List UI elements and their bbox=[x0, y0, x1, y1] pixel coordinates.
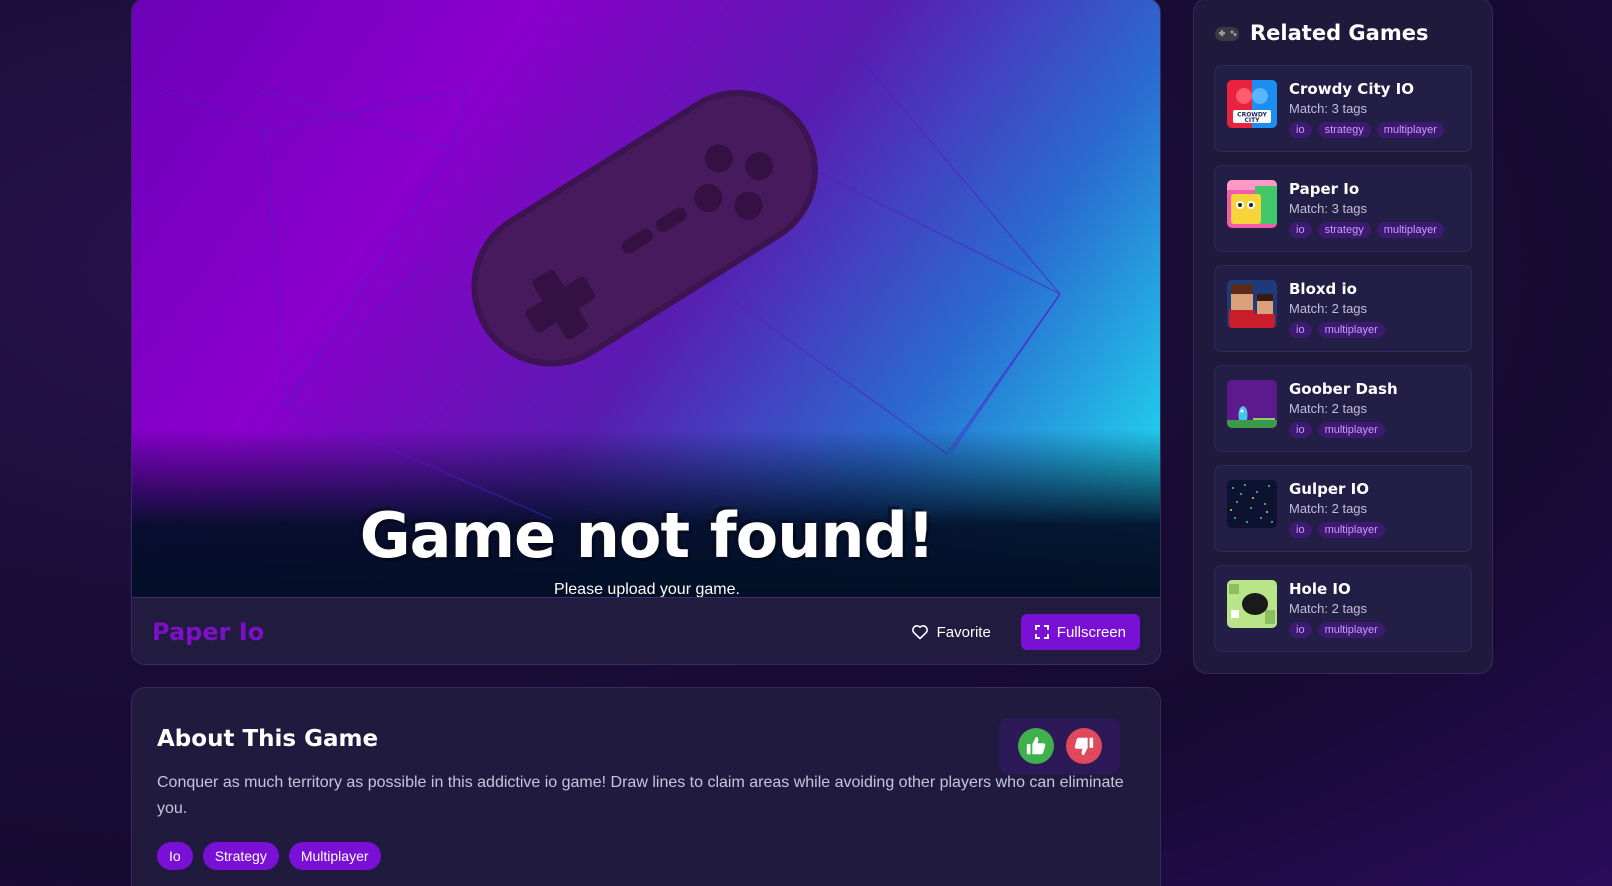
favorite-label: Favorite bbox=[936, 623, 991, 641]
related-game-match: Match: 2 tags bbox=[1289, 601, 1368, 616]
rating-controls bbox=[999, 718, 1120, 774]
dislike-button[interactable] bbox=[1065, 728, 1102, 764]
game-tags: Io Strategy Multiplayer bbox=[157, 842, 1135, 870]
related-game-name: Gulper IO bbox=[1289, 480, 1369, 498]
related-tag: io bbox=[1289, 422, 1312, 438]
gamepad-illustration-icon bbox=[471, 89, 818, 367]
page: Game not found! Please upload your game.… bbox=[0, 0, 1612, 886]
sidebar-title: Related Games bbox=[1250, 21, 1429, 45]
about-title: About This Game bbox=[157, 726, 379, 752]
related-game-match: Match: 3 tags bbox=[1289, 101, 1368, 116]
tag-io[interactable]: Io bbox=[157, 842, 193, 870]
related-games-list: CROWDY CITY Crowdy City IO Match: 3 tags… bbox=[1214, 65, 1472, 652]
related-game-name: Paper Io bbox=[1289, 180, 1360, 198]
fullscreen-label: Fullscreen bbox=[1056, 623, 1126, 641]
crowdy-city-thumbnail: CROWDY CITY bbox=[1227, 80, 1277, 128]
game-not-found-subtitle: Please upload your game. bbox=[554, 581, 740, 597]
related-tag: io bbox=[1289, 122, 1312, 138]
about-section: About This Game Conquer as much territor… bbox=[131, 687, 1161, 886]
sidebar-header: Related Games bbox=[1214, 21, 1472, 45]
related-tag: io bbox=[1289, 322, 1312, 338]
related-game-match: Match: 2 tags bbox=[1289, 501, 1368, 516]
related-tag: multiplayer bbox=[1317, 322, 1385, 338]
svg-text:CITY: CITY bbox=[1244, 117, 1260, 124]
related-tag: io bbox=[1289, 222, 1312, 238]
bloxd-io-thumbnail bbox=[1227, 280, 1277, 328]
related-game-match: Match: 2 tags bbox=[1289, 401, 1368, 416]
related-game-name: Bloxd io bbox=[1289, 280, 1357, 298]
related-tag: multiplayer bbox=[1376, 222, 1444, 238]
related-game-match: Match: 3 tags bbox=[1289, 201, 1368, 216]
related-game-goober-dash[interactable]: Goober Dash Match: 2 tags io multiplayer bbox=[1214, 365, 1472, 452]
gulper-io-thumbnail bbox=[1227, 480, 1277, 528]
game-not-found-title: Game not found! bbox=[359, 499, 935, 572]
related-game-match: Match: 2 tags bbox=[1289, 301, 1368, 316]
like-button[interactable] bbox=[1017, 728, 1054, 764]
related-game-hole-io[interactable]: Hole IO Match: 2 tags io multiplayer bbox=[1214, 565, 1472, 652]
related-game-gulper-io[interactable]: Gulper IO Match: 2 tags io multiplayer bbox=[1214, 465, 1472, 552]
favorite-button[interactable]: Favorite bbox=[911, 624, 991, 641]
related-game-name: Goober Dash bbox=[1289, 380, 1398, 398]
game-stage: Game not found! Please upload your game. bbox=[132, 0, 1160, 597]
heart-icon bbox=[911, 625, 928, 640]
game-title: Paper Io bbox=[152, 618, 265, 646]
paper-io-thumbnail bbox=[1227, 180, 1277, 228]
related-tag: strategy bbox=[1317, 122, 1371, 138]
hole-io-thumbnail bbox=[1227, 580, 1277, 628]
related-games-sidebar: Related Games CROWDY CITY Crowdy City IO… bbox=[1193, 0, 1493, 674]
thumbs-down-icon bbox=[1074, 737, 1093, 756]
tag-multiplayer[interactable]: Multiplayer bbox=[288, 842, 381, 870]
thumbs-up-icon bbox=[1026, 736, 1045, 755]
related-tag: multiplayer bbox=[1317, 622, 1385, 638]
related-game-paper-io[interactable]: Paper Io Match: 3 tags io strategy multi… bbox=[1214, 165, 1472, 252]
related-tag: strategy bbox=[1317, 222, 1371, 238]
game-toolbar: Paper Io Favorite Fullscreen bbox=[132, 597, 1160, 664]
related-tag: multiplayer bbox=[1376, 122, 1444, 138]
related-game-crowdy-city-io[interactable]: CROWDY CITY Crowdy City IO Match: 3 tags… bbox=[1214, 65, 1472, 152]
about-description: Conquer as much territory as possible in… bbox=[157, 774, 1124, 817]
game-player: Game not found! Please upload your game.… bbox=[131, 0, 1161, 665]
related-tag: io bbox=[1289, 522, 1312, 538]
goober-dash-thumbnail bbox=[1227, 380, 1277, 428]
fullscreen-icon bbox=[1034, 625, 1049, 639]
related-game-bloxd-io[interactable]: Bloxd io Match: 2 tags io multiplayer bbox=[1214, 265, 1472, 352]
related-game-name: Hole IO bbox=[1289, 580, 1351, 598]
related-tag: multiplayer bbox=[1317, 522, 1385, 538]
related-tag: multiplayer bbox=[1317, 422, 1385, 438]
related-game-name: Crowdy City IO bbox=[1289, 80, 1414, 98]
fullscreen-button[interactable]: Fullscreen bbox=[1020, 614, 1140, 650]
related-tag: io bbox=[1289, 622, 1312, 638]
tag-strategy[interactable]: Strategy bbox=[202, 842, 279, 870]
game-actions: Favorite Fullscreen bbox=[911, 614, 1140, 650]
gamepad-icon bbox=[1215, 27, 1239, 41]
